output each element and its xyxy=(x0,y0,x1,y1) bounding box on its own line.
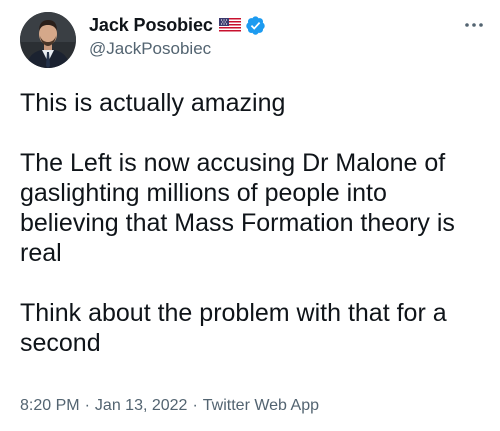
more-options-icon[interactable] xyxy=(462,18,486,32)
author-info: Jack Posobiec @JackPosobiec xyxy=(89,14,266,59)
separator: · xyxy=(192,397,198,414)
tweet-metadata: 8:20 PM · Jan 13, 2022 · Twitter Web App xyxy=(20,397,319,415)
tweet-paragraph: The Left is now accusing Dr Malone of ga… xyxy=(20,149,455,267)
tweet-paragraph: This is actually amazing xyxy=(20,89,286,117)
verified-badge-icon[interactable] xyxy=(245,15,266,36)
tweet-card: Jack Posobiec @JackPosobiec This is actu… xyxy=(0,0,500,431)
avatar[interactable] xyxy=(20,12,76,68)
author-handle[interactable]: @JackPosobiec xyxy=(89,39,266,59)
tweet-text: This is actually amazing The Left is now… xyxy=(20,88,485,358)
author-name-row: Jack Posobiec xyxy=(89,14,266,36)
tweet-paragraph: Think about the problem with that for a … xyxy=(20,299,447,357)
avatar-image xyxy=(20,12,76,68)
tweet-date[interactable]: Jan 13, 2022 xyxy=(95,397,188,414)
tweet-source[interactable]: Twitter Web App xyxy=(203,397,319,414)
us-flag-icon xyxy=(218,17,241,33)
tweet-time[interactable]: 8:20 PM xyxy=(20,397,80,414)
display-name[interactable]: Jack Posobiec xyxy=(89,15,213,36)
separator: · xyxy=(84,397,90,414)
